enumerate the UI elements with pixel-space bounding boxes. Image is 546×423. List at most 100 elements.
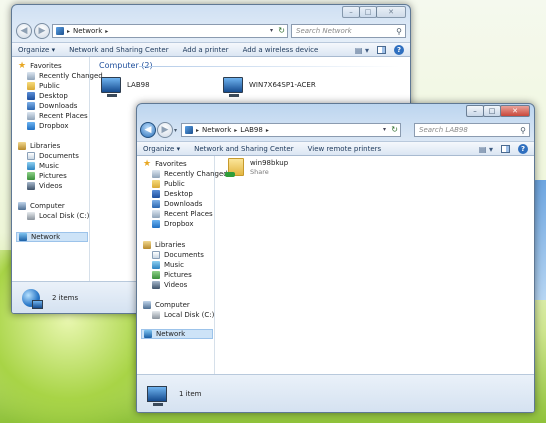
- close-button[interactable]: ✕: [376, 6, 406, 18]
- add-wireless-device-button[interactable]: Add a wireless device: [243, 46, 319, 54]
- breadcrumb-root-chevron[interactable]: ▸: [196, 127, 199, 134]
- nav-local-disk[interactable]: Local Disk (C:): [27, 211, 89, 221]
- address-bar[interactable]: ▸ Network ▸ ▾ ↻: [52, 24, 288, 38]
- refresh-icon[interactable]: ↻: [391, 125, 398, 134]
- nav-videos[interactable]: Videos: [152, 280, 214, 290]
- dropbox-icon: [27, 122, 35, 130]
- breadcrumb-chevron[interactable]: ▸: [266, 127, 269, 134]
- nav-public[interactable]: Public: [27, 81, 89, 91]
- nav-desktop[interactable]: Desktop: [27, 91, 89, 101]
- breadcrumb-network[interactable]: Network: [73, 27, 102, 35]
- nav-public[interactable]: Public: [152, 179, 214, 189]
- list-item-lab98[interactable]: LAB98: [101, 77, 150, 97]
- explorer-window-lab98[interactable]: – □ ✕ ◀ ▶ ▾ ▸ Network ▸ LAB98 ▸ ▾ ↻ Sear…: [136, 103, 535, 413]
- close-button[interactable]: ✕: [500, 105, 530, 117]
- navigation-pane[interactable]: ★ Favorites Recently Changed Public Deskt…: [137, 156, 228, 376]
- nav-local-disk[interactable]: Local Disk (C:): [152, 310, 214, 320]
- preview-pane-icon[interactable]: [501, 145, 510, 153]
- nav-downloads[interactable]: Downloads: [27, 101, 89, 111]
- search-icon[interactable]: ⚲: [520, 125, 526, 137]
- nav-pictures[interactable]: Pictures: [152, 270, 214, 280]
- minimize-button[interactable]: –: [466, 105, 484, 117]
- nav-videos[interactable]: Videos: [27, 181, 89, 191]
- forward-button[interactable]: ▶: [157, 122, 173, 138]
- breadcrumb-lab98[interactable]: LAB98: [240, 126, 263, 134]
- preview-pane-icon[interactable]: [377, 46, 386, 54]
- nav-libraries[interactable]: Libraries: [143, 240, 214, 250]
- nav-libraries[interactable]: Libraries: [18, 141, 89, 151]
- nav-desktop[interactable]: Desktop: [152, 189, 214, 199]
- search-input[interactable]: Search LAB98 ⚲: [414, 123, 530, 137]
- list-item-share[interactable]: win98bkup Share: [225, 158, 289, 177]
- nav-recent-places[interactable]: Recent Places: [27, 111, 89, 121]
- address-history-dropdown[interactable]: ▾: [383, 126, 386, 133]
- computer-icon: [101, 77, 121, 97]
- nav-dropbox[interactable]: Dropbox: [152, 219, 214, 229]
- nav-documents[interactable]: Documents: [27, 151, 89, 161]
- music-icon: [27, 162, 35, 170]
- address-history-dropdown[interactable]: ▾: [270, 27, 273, 34]
- maximize-button[interactable]: □: [483, 105, 501, 117]
- nav-music[interactable]: Music: [27, 161, 89, 171]
- search-placeholder: Search Network: [296, 27, 352, 35]
- nav-favorites[interactable]: ★ Favorites: [18, 61, 89, 71]
- search-icon[interactable]: ⚲: [396, 26, 402, 38]
- network-globe-icon: [22, 288, 43, 309]
- navigation-row: ◀ ▶ ▾ ▸ Network ▸ LAB98 ▸ ▾ ↻ Search LAB…: [137, 121, 534, 141]
- navigation-pane[interactable]: ★ Favorites Recently Changed Public Deskt…: [12, 57, 103, 283]
- minimize-button[interactable]: –: [342, 6, 360, 18]
- back-button[interactable]: ◀: [16, 23, 32, 39]
- forward-button[interactable]: ▶: [34, 23, 50, 39]
- search-placeholder: Search LAB98: [419, 126, 468, 134]
- change-view-icon[interactable]: ▤ ▾: [355, 46, 369, 55]
- nav-recently-changed[interactable]: Recently Changed: [27, 71, 103, 81]
- breadcrumb-chevron[interactable]: ▸: [234, 127, 237, 134]
- library-icon: [18, 142, 26, 150]
- organize-button[interactable]: Organize ▾: [143, 145, 180, 153]
- search-input[interactable]: Search Network ⚲: [291, 24, 406, 38]
- network-sharing-center-button[interactable]: Network and Sharing Center: [194, 145, 294, 153]
- share-name: win98bkup: [250, 158, 289, 167]
- help-icon[interactable]: ?: [394, 45, 404, 55]
- breadcrumb-root-chevron[interactable]: ▸: [67, 28, 70, 35]
- nav-computer[interactable]: Computer: [143, 300, 214, 310]
- nav-downloads[interactable]: Downloads: [152, 199, 214, 209]
- list-item-win7x64sp1-acer[interactable]: WIN7X64SP1-ACER: [223, 77, 316, 97]
- network-sharing-center-button[interactable]: Network and Sharing Center: [69, 46, 169, 54]
- command-bar: Organize ▾ Network and Sharing Center Ad…: [12, 42, 410, 57]
- documents-icon: [27, 152, 35, 160]
- computer-icon: [18, 202, 26, 210]
- network-location-icon: [56, 27, 64, 35]
- view-remote-printers-button[interactable]: View remote printers: [308, 145, 382, 153]
- recent-icon: [27, 72, 35, 80]
- nav-recent-places[interactable]: Recent Places: [152, 209, 214, 219]
- breadcrumb-chevron[interactable]: ▸: [105, 28, 108, 35]
- pictures-icon: [27, 172, 35, 180]
- nav-network[interactable]: Network: [141, 329, 213, 339]
- recent-pages-dropdown[interactable]: ▾: [174, 127, 177, 134]
- pictures-icon: [152, 271, 160, 279]
- title-bar[interactable]: – □ ✕: [12, 5, 410, 23]
- nav-documents[interactable]: Documents: [152, 250, 214, 260]
- nav-pictures[interactable]: Pictures: [27, 171, 89, 181]
- back-button[interactable]: ◀: [140, 122, 156, 138]
- address-bar[interactable]: ▸ Network ▸ LAB98 ▸ ▾ ↻: [181, 123, 401, 137]
- nav-recently-changed[interactable]: Recently Changed: [152, 169, 228, 179]
- help-icon[interactable]: ?: [518, 144, 528, 154]
- nav-music[interactable]: Music: [152, 260, 214, 270]
- breadcrumb-network[interactable]: Network: [202, 126, 231, 134]
- organize-button[interactable]: Organize ▾: [18, 46, 55, 54]
- add-printer-button[interactable]: Add a printer: [183, 46, 229, 54]
- nav-network[interactable]: Network: [16, 232, 88, 242]
- nav-dropbox[interactable]: Dropbox: [27, 121, 89, 131]
- change-view-icon[interactable]: ▤ ▾: [479, 145, 493, 154]
- refresh-icon[interactable]: ↻: [278, 26, 285, 35]
- navigation-row: ◀ ▶ ▸ Network ▸ ▾ ↻ Search Network ⚲: [12, 22, 410, 42]
- computer-icon: [147, 385, 167, 406]
- maximize-button[interactable]: □: [359, 6, 377, 18]
- nav-favorites[interactable]: ★ Favorites: [143, 159, 214, 169]
- file-list[interactable]: win98bkup Share: [216, 156, 534, 376]
- title-bar[interactable]: – □ ✕: [137, 104, 534, 122]
- folder-icon: [27, 82, 35, 90]
- nav-computer[interactable]: Computer: [18, 201, 89, 211]
